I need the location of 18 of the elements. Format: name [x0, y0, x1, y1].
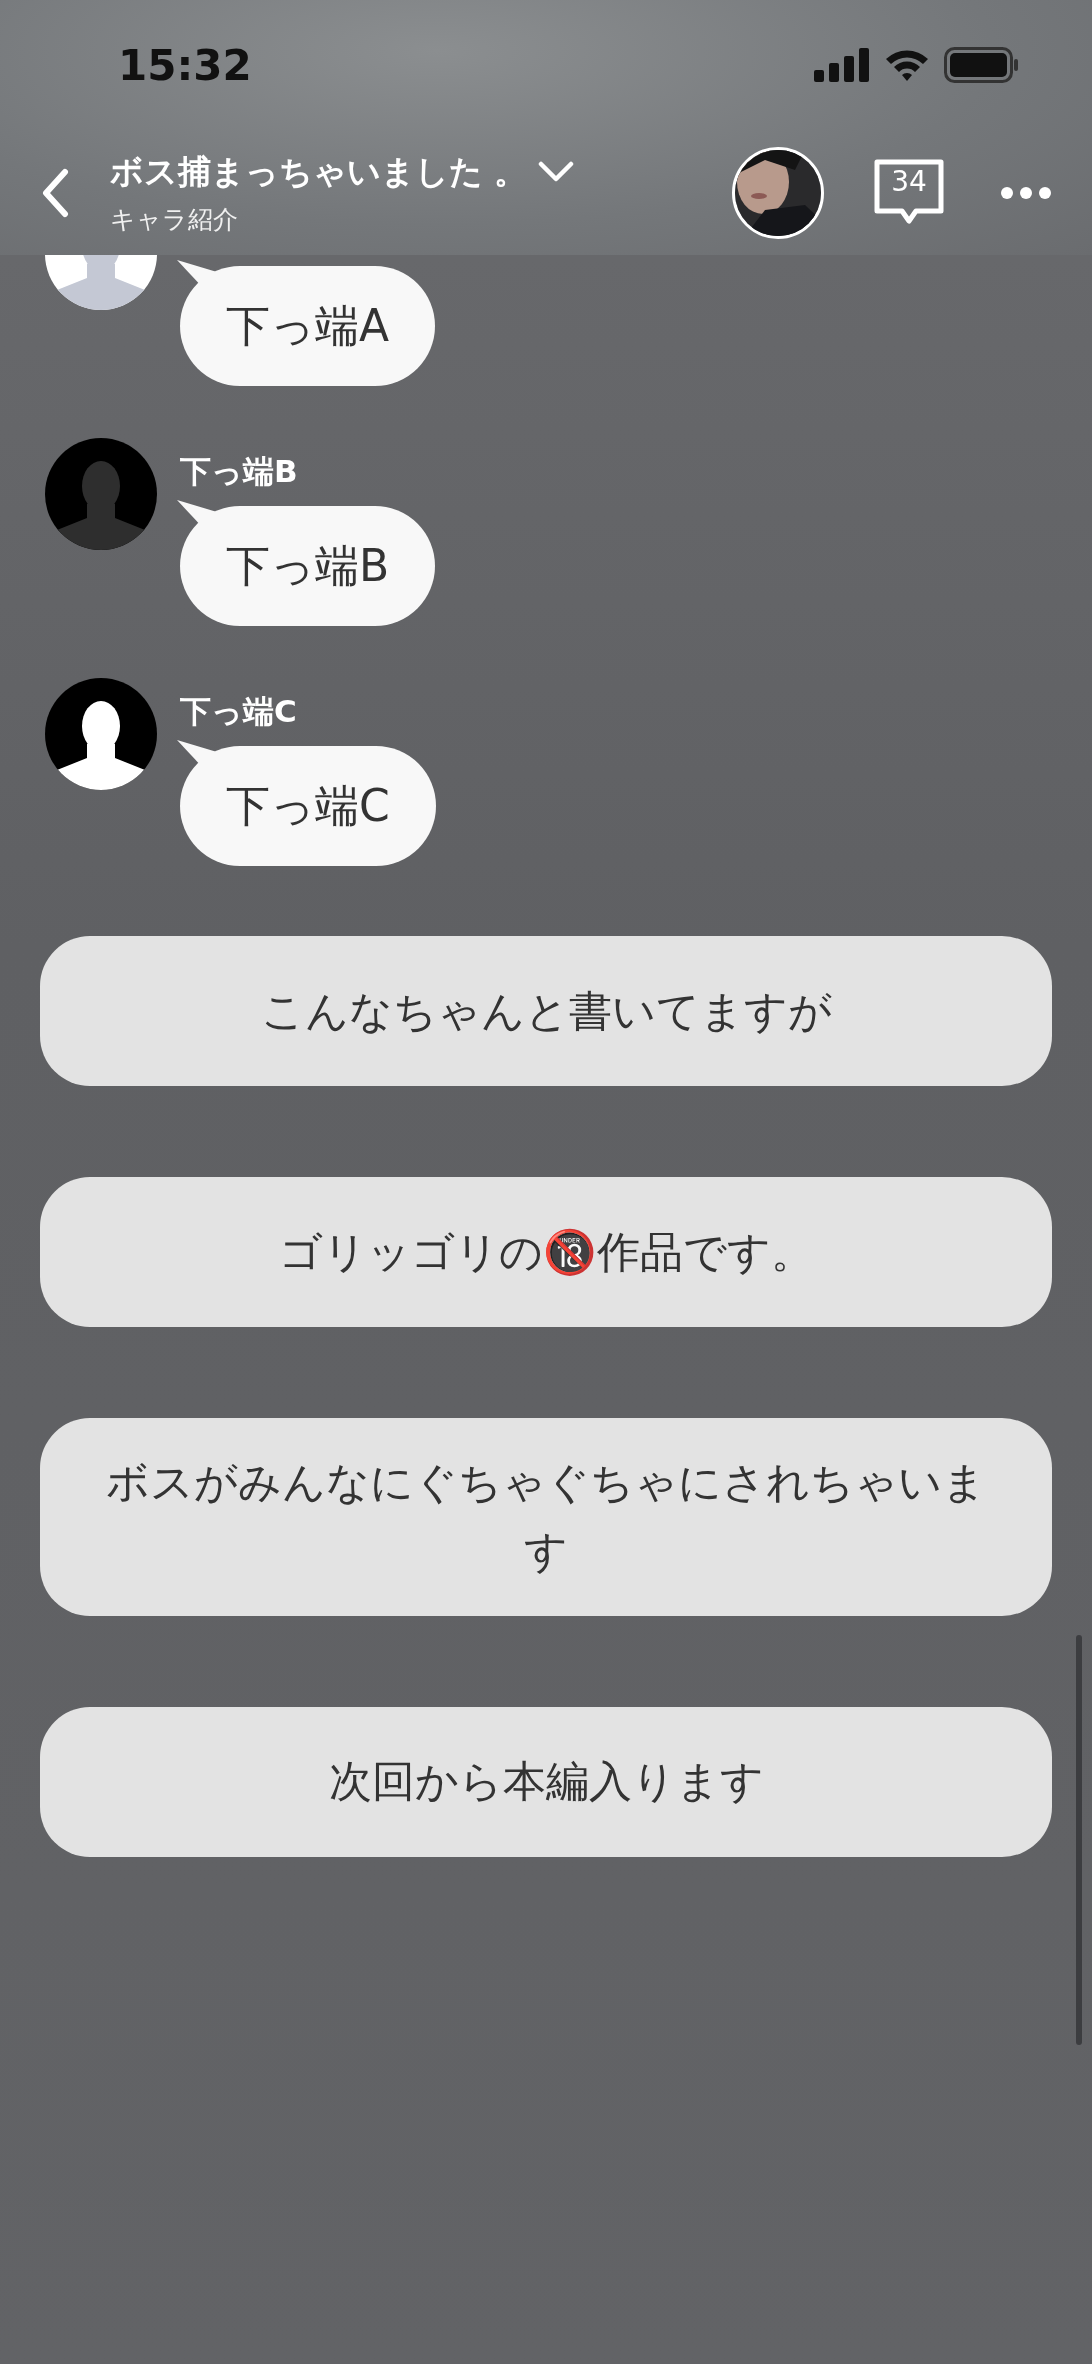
speech-bubble: 下っ端C	[180, 746, 436, 866]
speech-bubble: 下っ端B	[180, 506, 436, 626]
character-name: 下っ端B	[180, 452, 298, 491]
wifi-icon	[884, 48, 930, 82]
signal-icon	[814, 48, 870, 82]
story-line[interactable]: 次回から本編入ります	[40, 1706, 1052, 1857]
story-line[interactable]: ボスがみんなにぐちゃぐちゃにされちゃいます	[40, 1418, 1052, 1616]
speech-bubble: 下っ端A	[180, 266, 436, 386]
episode-subtitle: キャラ紹介	[110, 203, 238, 236]
character-name: 下っ端C	[180, 692, 297, 731]
back-button[interactable]	[40, 167, 70, 218]
battery-icon	[944, 47, 1020, 83]
story-line[interactable]: こんなちゃんと書いてますが	[40, 936, 1052, 1086]
story-line[interactable]: ゴリッゴリの🔞作品です。	[40, 1177, 1052, 1327]
chevron-down-icon	[537, 161, 574, 183]
more-button[interactable]	[1000, 185, 1052, 200]
status-time: 15:32	[118, 40, 252, 90]
story-title[interactable]: ボス捕まっちゃいました 。	[110, 149, 574, 195]
